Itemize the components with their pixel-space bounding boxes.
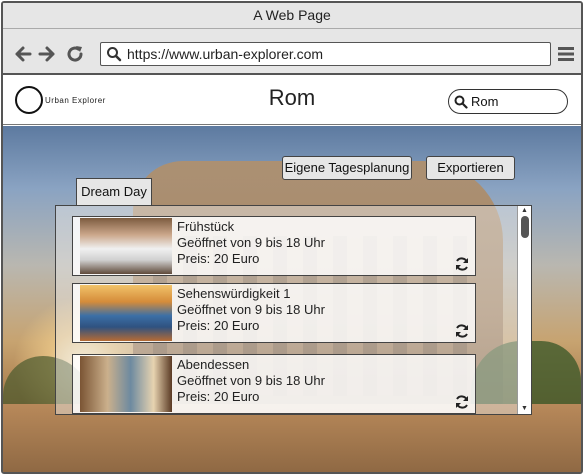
refresh-icon[interactable] bbox=[454, 323, 470, 339]
item-price: Preis: 20 Euro bbox=[177, 318, 260, 333]
reload-icon[interactable] bbox=[65, 44, 85, 64]
scroll-up-icon[interactable]: ▲ bbox=[521, 207, 528, 215]
tab-dream-day[interactable]: Dream Day bbox=[76, 178, 152, 205]
site-search-input[interactable]: Rom bbox=[448, 89, 568, 114]
item-image bbox=[80, 285, 172, 341]
list-item[interactable]: Abendessen Geöffnet von 9 bis 18 Uhr Pre… bbox=[72, 354, 476, 414]
scrollbar[interactable]: ▲ ▼ bbox=[517, 206, 531, 414]
item-image bbox=[80, 218, 172, 274]
scroll-down-icon[interactable]: ▼ bbox=[521, 405, 528, 413]
own-day-plan-button[interactable]: Eigene Tagesplanung bbox=[282, 156, 412, 180]
arrow-right-icon[interactable] bbox=[37, 44, 57, 64]
list-item[interactable]: Frühstück Geöffnet von 9 bis 18 Uhr Prei… bbox=[72, 216, 476, 276]
address-bar[interactable]: https://www.urban-explorer.com bbox=[100, 42, 551, 66]
item-title: Frühstück bbox=[177, 219, 235, 234]
scrollbar-thumb[interactable] bbox=[521, 216, 529, 238]
search-icon bbox=[106, 46, 122, 62]
list-item[interactable]: Sehenswürdigkeit 1 Geöffnet von 9 bis 18… bbox=[72, 283, 476, 343]
site-search-value: Rom bbox=[471, 94, 499, 109]
hero-background: Eigene Tagesplanung Exportieren Dream Da… bbox=[3, 126, 581, 472]
day-plan-list[interactable]: Frühstück Geöffnet von 9 bis 18 Uhr Prei… bbox=[55, 205, 532, 415]
arrow-left-icon[interactable] bbox=[13, 44, 33, 64]
item-image bbox=[80, 356, 172, 412]
window-title: A Web Page bbox=[3, 3, 581, 29]
item-title: Sehenswürdigkeit 1 bbox=[177, 286, 291, 301]
address-url: https://www.urban-explorer.com bbox=[127, 46, 324, 62]
site-header: Urban Explorer Rom Rom bbox=[3, 75, 581, 125]
export-button[interactable]: Exportieren bbox=[426, 156, 515, 180]
refresh-icon[interactable] bbox=[454, 394, 470, 410]
item-hours: Geöffnet von 9 bis 18 Uhr bbox=[177, 235, 325, 250]
browser-window: A Web Page https://www.urban-explorer.co… bbox=[1, 1, 583, 474]
item-hours: Geöffnet von 9 bis 18 Uhr bbox=[177, 373, 325, 388]
hamburger-icon[interactable] bbox=[558, 46, 574, 62]
item-price: Preis: 20 Euro bbox=[177, 251, 260, 266]
item-title: Abendessen bbox=[177, 357, 250, 372]
item-price: Preis: 20 Euro bbox=[177, 389, 260, 404]
search-icon bbox=[454, 95, 468, 109]
refresh-icon[interactable] bbox=[454, 256, 470, 272]
browser-toolbar: https://www.urban-explorer.com bbox=[3, 29, 581, 75]
item-hours: Geöffnet von 9 bis 18 Uhr bbox=[177, 302, 325, 317]
